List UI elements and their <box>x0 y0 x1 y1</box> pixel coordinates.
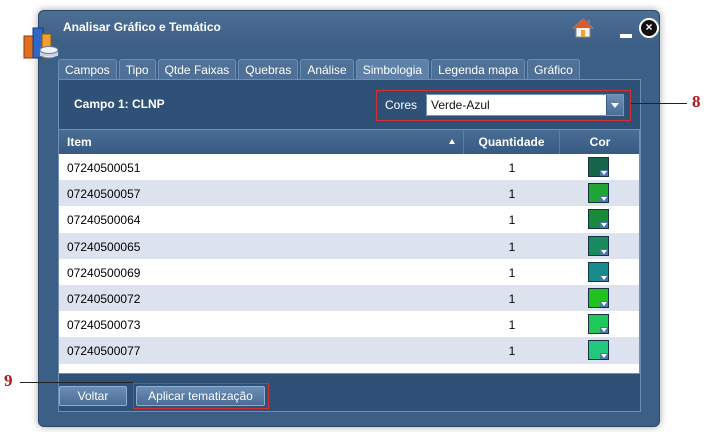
cell-item: 07240500051 <box>67 161 141 175</box>
cell-quantidade: 1 <box>508 239 516 254</box>
cell-quantidade: 1 <box>508 344 516 359</box>
color-swatch-picker[interactable] <box>588 287 609 308</box>
callout-line-cores <box>631 103 687 104</box>
cell-quantidade: 1 <box>508 265 516 280</box>
color-swatch-picker[interactable] <box>588 183 609 204</box>
grid-header: Item Quantidade Cor <box>59 130 639 154</box>
callout-box-cores <box>376 90 631 121</box>
cell-quantidade: 1 <box>508 318 516 333</box>
chevron-down-icon <box>600 170 608 176</box>
cell-item: 07240500073 <box>67 318 141 333</box>
cell-quantidade: 1 <box>508 161 516 175</box>
cell-item: 07240500064 <box>67 213 141 228</box>
close-icon[interactable]: × <box>639 18 659 38</box>
column-header-item-label: Item <box>67 135 92 149</box>
table-row[interactable]: 07240500065 1 <box>59 232 639 259</box>
chevron-down-icon <box>600 327 608 334</box>
callout-box-buttons <box>133 383 269 409</box>
field-label: Campo 1: CLNP <box>74 97 165 111</box>
color-swatch-picker[interactable] <box>588 261 609 282</box>
cell-quantidade: 1 <box>508 291 516 306</box>
cell-quantidade: 1 <box>508 213 516 228</box>
cell-item: 07240500057 <box>67 187 141 202</box>
chevron-down-icon <box>600 248 608 255</box>
minimize-icon[interactable] <box>620 34 632 38</box>
table-row[interactable]: 07240500051 1 <box>59 154 639 181</box>
app-database-icon <box>23 27 59 59</box>
tab-campos[interactable]: Campos <box>58 59 117 79</box>
sort-asc-icon <box>449 139 455 144</box>
grid-rows: 07240500051 1 07240500057 1 07240500064 … <box>59 154 639 373</box>
tab-simbologia[interactable]: Simbologia <box>355 59 430 79</box>
tab-analise[interactable]: Análise <box>300 59 354 79</box>
tab-quebras[interactable]: Quebras <box>238 59 299 79</box>
cell-quantidade: 1 <box>508 187 516 202</box>
table-row[interactable]: 07240500057 1 <box>59 180 639 207</box>
table-row[interactable]: 07240500073 1 <box>59 311 639 338</box>
callout-number-buttons: 9 <box>4 371 13 390</box>
color-swatch-picker[interactable] <box>588 235 609 256</box>
chevron-down-icon <box>600 196 608 203</box>
back-button[interactable]: Voltar <box>59 386 127 406</box>
callout-line-buttons <box>20 382 133 383</box>
cell-item: 07240500072 <box>67 291 141 306</box>
tab-bar: Campos Tipo Qtde Faixas Quebras Análise … <box>58 59 582 79</box>
column-header-quantidade[interactable]: Quantidade <box>464 130 560 154</box>
cell-item: 07240500069 <box>67 265 141 280</box>
chevron-down-icon <box>600 300 608 307</box>
tab-tipo[interactable]: Tipo <box>118 59 156 79</box>
chevron-down-icon <box>600 222 608 229</box>
color-swatch-picker[interactable] <box>588 209 609 230</box>
title-bar[interactable]: Analisar Gráfico e Temático <box>39 11 659 47</box>
table-row[interactable]: 07240500072 1 <box>59 284 639 312</box>
cell-item: 07240500065 <box>67 239 141 254</box>
tab-qtde-faixas[interactable]: Qtde Faixas <box>157 59 237 79</box>
tab-legenda-mapa[interactable]: Legenda mapa <box>431 59 526 79</box>
chevron-down-icon <box>600 353 608 360</box>
color-swatch-picker[interactable] <box>588 314 609 335</box>
table-row[interactable]: 07240500069 1 <box>59 258 639 285</box>
home-icon[interactable] <box>572 18 594 38</box>
table-row[interactable]: 07240500077 1 <box>59 337 639 364</box>
column-header-cor[interactable]: Cor <box>560 130 639 154</box>
column-header-item[interactable]: Item <box>59 130 464 154</box>
table-row-empty <box>59 363 639 373</box>
callout-number-cores: 8 <box>692 92 701 111</box>
items-grid: Item Quantidade Cor 07240500051 1 072405… <box>58 129 640 374</box>
window-title: Analisar Gráfico e Temático <box>63 20 221 34</box>
chevron-down-icon <box>600 274 608 281</box>
color-swatch-picker[interactable] <box>588 340 609 361</box>
table-row[interactable]: 07240500064 1 <box>59 206 639 233</box>
cell-item: 07240500077 <box>67 344 141 359</box>
tab-grafico[interactable]: Gráfico <box>527 59 580 79</box>
color-swatch-picker[interactable] <box>588 157 609 177</box>
